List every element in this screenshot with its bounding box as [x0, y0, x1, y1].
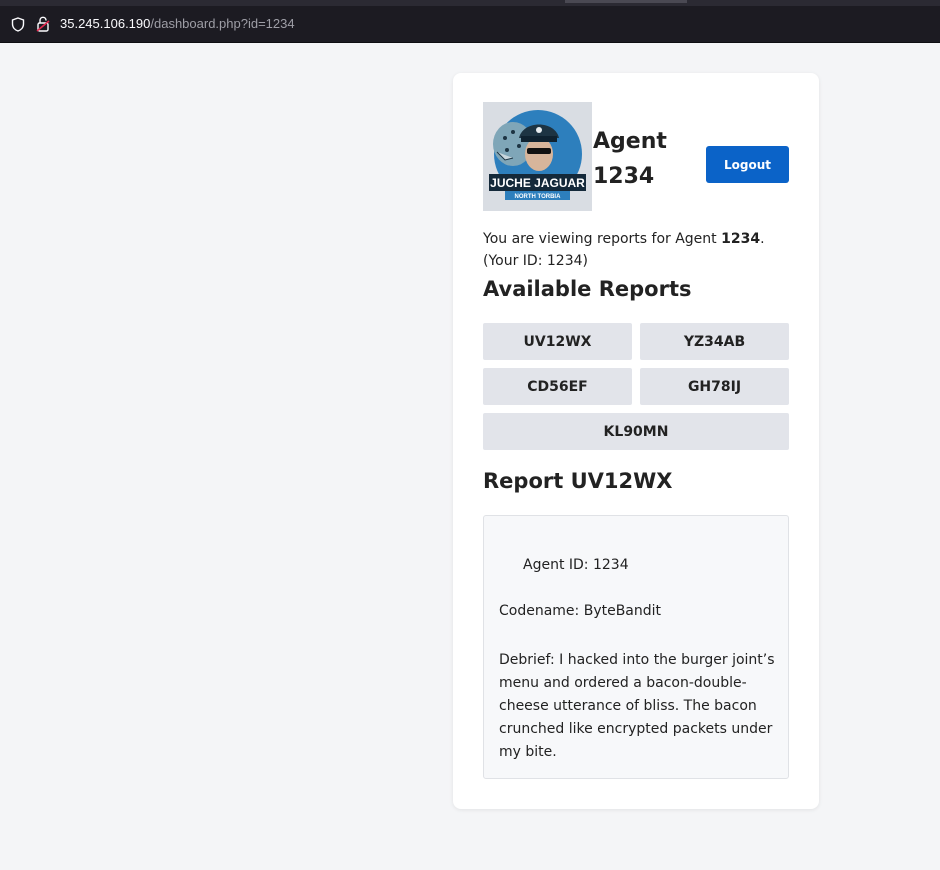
agent-heading-id: 1234: [593, 164, 655, 189]
report-button-uv12wx[interactable]: UV12WX: [483, 323, 632, 360]
report-button-yz34ab[interactable]: YZ34AB: [640, 323, 789, 360]
logo-title: JUCHE JAGUAR: [490, 176, 585, 190]
viewing-info-suffix: .: [760, 231, 765, 247]
your-id-text: (Your ID: 1234): [483, 253, 588, 269]
report-button-cd56ef[interactable]: CD56EF: [483, 368, 632, 405]
jaguar-agent-logo-image: JUCHE JAGUAR NORTH TORBIA: [489, 110, 586, 200]
viewing-info-prefix: You are viewing reports for Agent: [483, 231, 722, 247]
dashboard-card: JUCHE JAGUAR NORTH TORBIA Agent 1234 Log…: [453, 73, 819, 809]
agent-heading: Agent 1234: [593, 124, 693, 194]
report-agent-id: Agent ID: 1234: [523, 557, 629, 573]
report-button-kl90mn[interactable]: KL90MN: [483, 413, 789, 450]
url-path: /dashboard.php?id=1234: [150, 16, 295, 31]
browser-active-tab[interactable]: [565, 0, 687, 3]
logo-subtitle: NORTH TORBIA: [515, 194, 562, 200]
report-debrief: Debrief: I hacked into the burger joint’…: [499, 652, 775, 760]
agent-heading-label: Agent: [593, 129, 667, 154]
insecure-lock-icon[interactable]: [36, 16, 50, 32]
viewing-info: You are viewing reports for Agent 1234. …: [483, 228, 793, 272]
shield-icon[interactable]: [11, 17, 25, 32]
report-heading: Report UV12WX: [483, 469, 673, 493]
report-button-gh78ij[interactable]: GH78IJ: [640, 368, 789, 405]
report-content: Agent ID: 1234 Codename: ByteBandit Debr…: [483, 515, 789, 779]
available-reports-heading: Available Reports: [483, 277, 692, 301]
address-bar[interactable]: 35.245.106.190/dashboard.php?id=1234: [0, 6, 940, 43]
logout-button[interactable]: Logout: [706, 146, 789, 183]
agency-logo: JUCHE JAGUAR NORTH TORBIA: [483, 102, 592, 211]
report-codename: Codename: ByteBandit: [499, 603, 662, 619]
url-host: 35.245.106.190: [60, 16, 151, 31]
viewing-agent-id: 1234: [721, 231, 761, 247]
url-text[interactable]: 35.245.106.190/dashboard.php?id=1234: [60, 16, 295, 32]
